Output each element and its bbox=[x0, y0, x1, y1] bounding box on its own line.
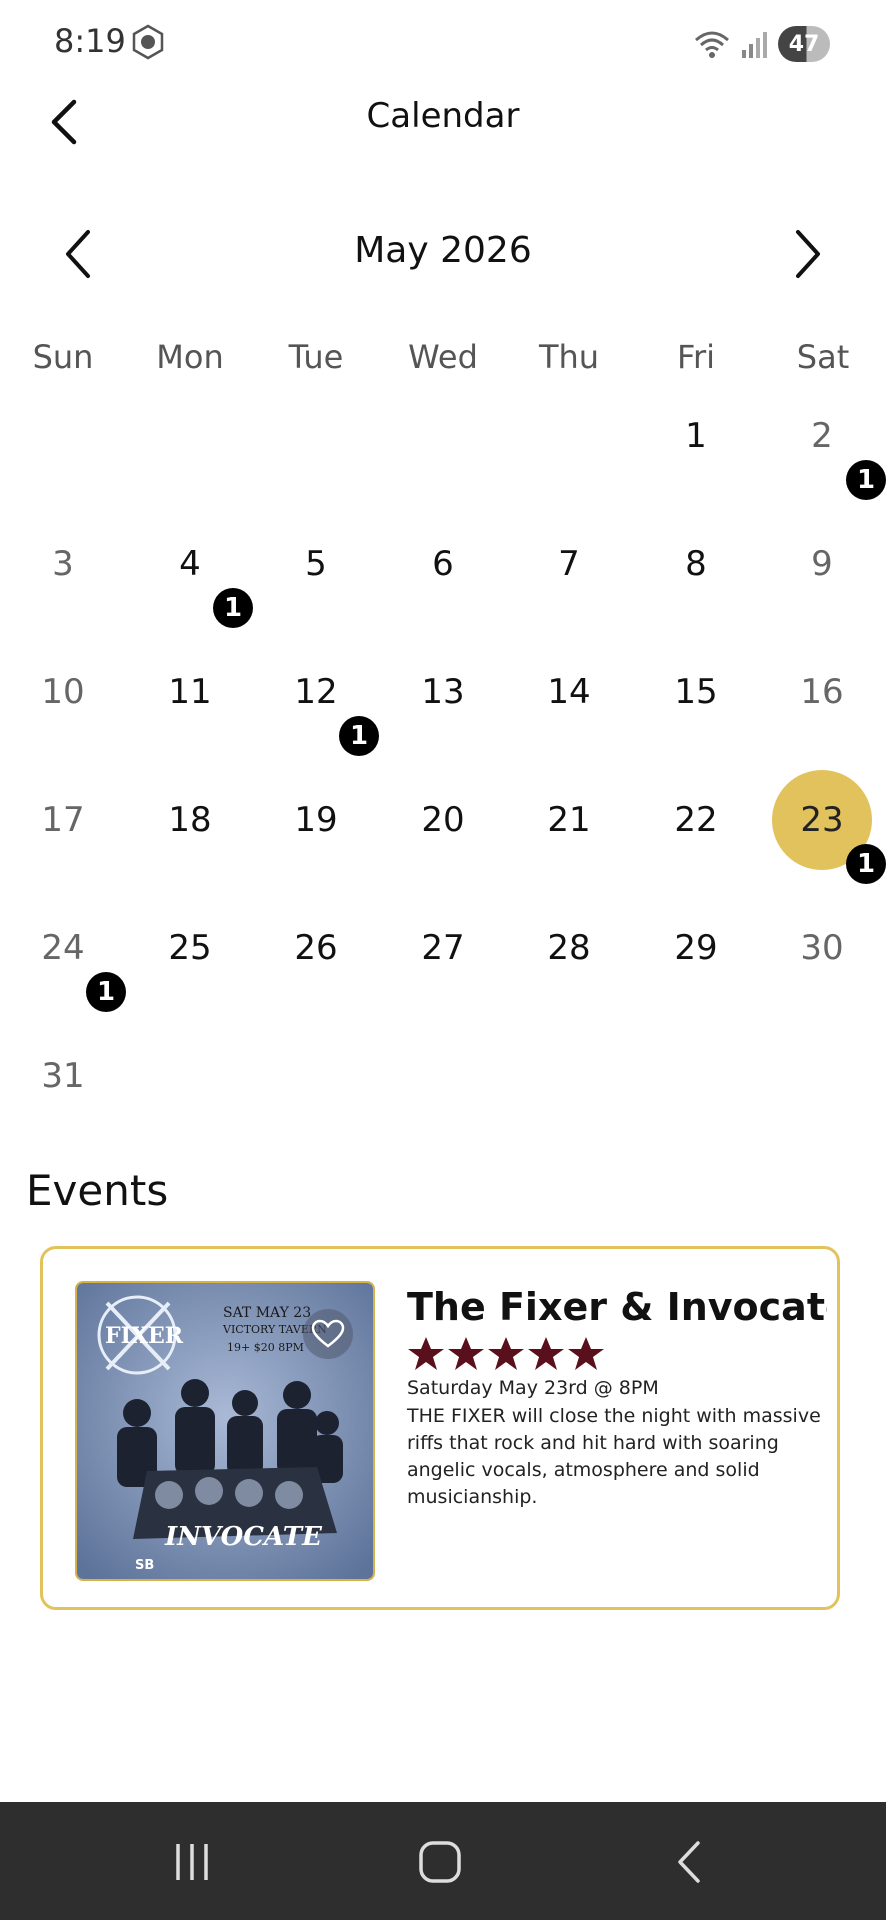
next-month-button[interactable] bbox=[786, 228, 826, 280]
weekday-sun: Sun bbox=[32, 338, 94, 376]
calendar-day[interactable]: 5 bbox=[266, 514, 366, 614]
poster-band-a: FIXER bbox=[105, 1323, 184, 1349]
page-title: Calendar bbox=[366, 96, 520, 136]
home-button[interactable] bbox=[410, 1832, 470, 1892]
calendar-day[interactable]: 27 bbox=[393, 898, 493, 998]
calendar-day[interactable]: 20 bbox=[393, 770, 493, 870]
calendar-day[interactable]: 10 bbox=[13, 642, 113, 742]
favorite-button[interactable] bbox=[303, 1309, 353, 1359]
battery-level: 47 bbox=[788, 31, 820, 57]
wifi-icon bbox=[695, 31, 729, 58]
calendar-day[interactable]: 21 bbox=[519, 770, 619, 870]
signal-icon bbox=[742, 32, 767, 58]
system-back-button[interactable] bbox=[660, 1832, 720, 1892]
event-title: The Fixer & Invocate... bbox=[407, 1285, 827, 1329]
calendar-day[interactable]: 8 bbox=[646, 514, 746, 614]
weekday-thu: Thu bbox=[538, 338, 600, 376]
weekday-tue: Tue bbox=[288, 338, 344, 376]
calendar-day[interactable]: 30 bbox=[772, 898, 872, 998]
calendar-day[interactable]: 11 bbox=[140, 642, 240, 742]
weekday-fri: Fri bbox=[676, 338, 716, 376]
calendar-day[interactable]: 19 bbox=[266, 770, 366, 870]
weekday-mon: Mon bbox=[156, 338, 224, 376]
calendar-day[interactable]: 26 bbox=[266, 898, 366, 998]
weekday-wed: Wed bbox=[408, 338, 478, 376]
recent-apps-icon bbox=[176, 1844, 208, 1880]
star-icon bbox=[408, 1337, 444, 1370]
calendar-day[interactable]: 4 bbox=[140, 514, 240, 614]
status-time: 8:19 bbox=[54, 22, 126, 60]
star-icon bbox=[448, 1337, 484, 1370]
poster-band-b: INVOCATE bbox=[164, 1522, 323, 1552]
poster-line3: 19+ $20 8PM bbox=[227, 1341, 304, 1354]
calendar-day-selected[interactable]: 23 bbox=[772, 770, 872, 870]
star-icon bbox=[568, 1337, 604, 1370]
calendar-day[interactable]: 14 bbox=[519, 642, 619, 742]
battery-indicator: 47 bbox=[778, 26, 830, 62]
calendar-day[interactable]: 7 bbox=[519, 514, 619, 614]
calendar-day[interactable]: 22 bbox=[646, 770, 746, 870]
calendar-day[interactable]: 25 bbox=[140, 898, 240, 998]
calendar-day[interactable]: 3 bbox=[13, 514, 113, 614]
system-navigation-bar bbox=[0, 1802, 886, 1920]
poster-line1: SAT MAY 23 bbox=[223, 1305, 311, 1321]
calendar-day[interactable]: 16 bbox=[772, 642, 872, 742]
calendar-day[interactable]: 9 bbox=[772, 514, 872, 614]
calendar-day[interactable]: 6 bbox=[393, 514, 493, 614]
calendar-day[interactable]: 13 bbox=[393, 642, 493, 742]
status-bar: 8:19 47 bbox=[0, 0, 886, 86]
calendar-day[interactable]: 12 bbox=[266, 642, 366, 742]
back-arrow-icon bbox=[678, 1841, 700, 1883]
weekday-sat: Sat bbox=[796, 338, 850, 376]
calendar-day[interactable]: 15 bbox=[646, 642, 746, 742]
app-notification-icon bbox=[132, 24, 164, 60]
calendar-day[interactable]: 2 bbox=[772, 386, 872, 486]
recent-apps-button[interactable] bbox=[162, 1832, 222, 1892]
app-header: Calendar bbox=[0, 86, 886, 156]
calendar-day[interactable]: 28 bbox=[519, 898, 619, 998]
month-navigation: May 2026 bbox=[0, 222, 886, 286]
weekday-header: Sun Mon Tue Wed Thu Fri Sat bbox=[0, 332, 886, 382]
system-icons: 47 bbox=[692, 24, 830, 64]
star-icon bbox=[488, 1337, 524, 1370]
event-date: Saturday May 23rd @ 8PM bbox=[407, 1377, 659, 1399]
calendar-day[interactable]: 18 bbox=[140, 770, 240, 870]
calendar-grid: 1 2 3 4 5 6 7 8 9 10 11 12 13 14 15 16 1… bbox=[0, 0, 886, 1100]
event-poster-image[interactable]: FIXER SAT MAY 23 VICTORY TAVERN 19+ $20 … bbox=[75, 1281, 375, 1581]
calendar-day[interactable]: 29 bbox=[646, 898, 746, 998]
calendar-day[interactable]: 17 bbox=[13, 770, 113, 870]
chevron-right-icon bbox=[796, 230, 820, 278]
calendar-day[interactable]: 1 bbox=[646, 386, 746, 486]
event-card[interactable]: FIXER SAT MAY 23 VICTORY TAVERN 19+ $20 … bbox=[40, 1246, 840, 1610]
event-rating bbox=[407, 1335, 605, 1375]
calendar-day[interactable]: 24 bbox=[13, 898, 113, 998]
event-description: THE FIXER will close the night with mass… bbox=[407, 1405, 821, 1508]
star-icon bbox=[528, 1337, 564, 1370]
events-heading: Events bbox=[26, 1166, 169, 1215]
home-icon bbox=[419, 1841, 461, 1883]
heart-icon bbox=[311, 1319, 345, 1348]
calendar-day[interactable]: 31 bbox=[13, 1026, 113, 1126]
poster-promoter: SB bbox=[135, 1558, 154, 1573]
month-label: May 2026 bbox=[354, 230, 532, 271]
